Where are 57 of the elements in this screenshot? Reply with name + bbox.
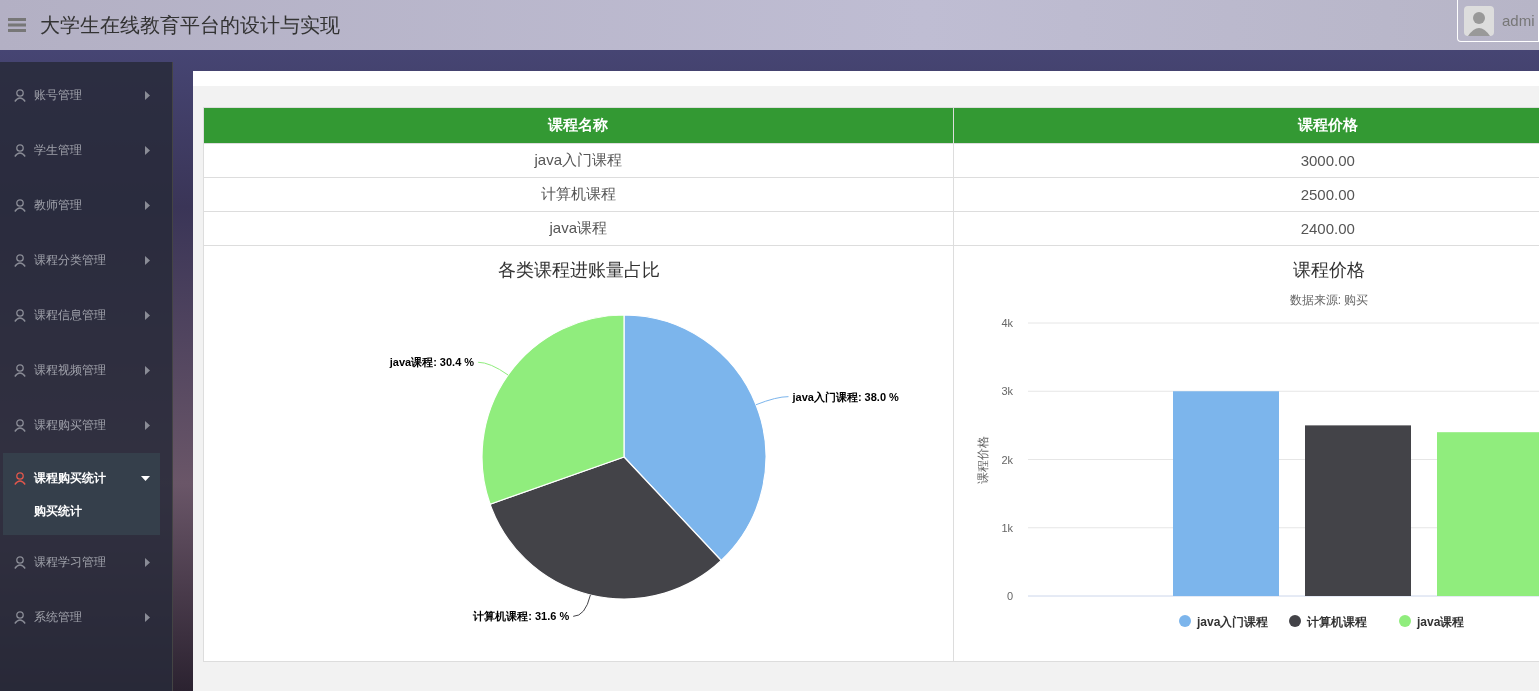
app-title: 大学生在线教育平台的设计与实现	[40, 12, 340, 38]
chart-title: 各类课程进账量占比	[498, 260, 660, 280]
leader-line	[572, 594, 591, 617]
slice-label: 计算机课程: 31.6 %	[473, 610, 570, 623]
column-header: 课程价格	[953, 107, 1539, 144]
legend-label[interactable]: 计算机课程	[1306, 615, 1367, 629]
user-icon	[14, 254, 26, 267]
axis-tick-label: 1k	[1000, 521, 1013, 534]
leader-line	[755, 396, 789, 406]
user-icon	[14, 144, 26, 157]
chart-subtitle: 数据来源: 购买	[1289, 293, 1368, 307]
leader-line	[477, 361, 509, 376]
user-icon	[14, 199, 26, 212]
sidebar-item[interactable]: 账号管理	[0, 68, 172, 123]
table-cell: java课程	[203, 211, 953, 246]
legend-label[interactable]: java课程	[1416, 615, 1464, 629]
sidebar-item[interactable]: 课程学习管理	[0, 535, 172, 590]
axis-tick-label: 3k	[1000, 385, 1013, 398]
sidebar-item[interactable]: 课程视频管理	[0, 343, 172, 398]
user-icon	[14, 556, 26, 569]
user-icon	[14, 364, 26, 377]
user-icon	[14, 419, 26, 432]
axis-title: 课程价格	[975, 435, 990, 484]
column-header: 课程名称	[203, 107, 953, 144]
submenu-item[interactable]: 购买统计	[3, 503, 160, 535]
slice-label: java课程: 30.4 %	[389, 356, 475, 369]
avatar-icon	[1464, 5, 1494, 36]
chart-title: 课程价格	[1292, 260, 1365, 280]
caret-right-icon	[145, 256, 150, 265]
axis-tick-label: 0	[1006, 590, 1013, 602]
caret-right-icon	[145, 201, 150, 210]
sidebar-item[interactable]: 教师管理	[0, 178, 172, 233]
sidebar-item[interactable]: 学生管理	[0, 123, 172, 178]
menu-icon[interactable]	[8, 18, 26, 32]
sidebar-item[interactable]: 课程购买管理	[0, 398, 172, 453]
caret-down-icon	[141, 475, 150, 481]
user-icon	[14, 471, 26, 485]
caret-right-icon	[145, 311, 150, 320]
table-cell: java入门课程	[203, 143, 953, 178]
user-icon	[14, 611, 26, 624]
sidebar-item[interactable]: 课程分类管理	[0, 233, 172, 288]
table-cell: 计算机课程	[203, 177, 953, 212]
caret-right-icon	[145, 366, 150, 375]
axis-tick-label: 2k	[1000, 453, 1013, 466]
axis-tick-label: 4k	[1000, 317, 1013, 329]
legend-label[interactable]: java入门课程	[1196, 615, 1268, 629]
sidebar-item[interactable]: 系统管理	[0, 590, 172, 645]
caret-right-icon	[145, 146, 150, 155]
slice-label: java入门课程: 38.0 %	[792, 390, 899, 403]
sidebar-item[interactable]: 课程购买统计	[3, 453, 160, 503]
caret-right-icon	[145, 558, 150, 567]
user-icon	[14, 89, 26, 102]
caret-right-icon	[145, 421, 150, 430]
user-icon	[14, 309, 26, 322]
caret-right-icon	[145, 613, 150, 622]
caret-right-icon	[145, 91, 150, 100]
sidebar-item[interactable]: 课程信息管理	[0, 288, 172, 343]
